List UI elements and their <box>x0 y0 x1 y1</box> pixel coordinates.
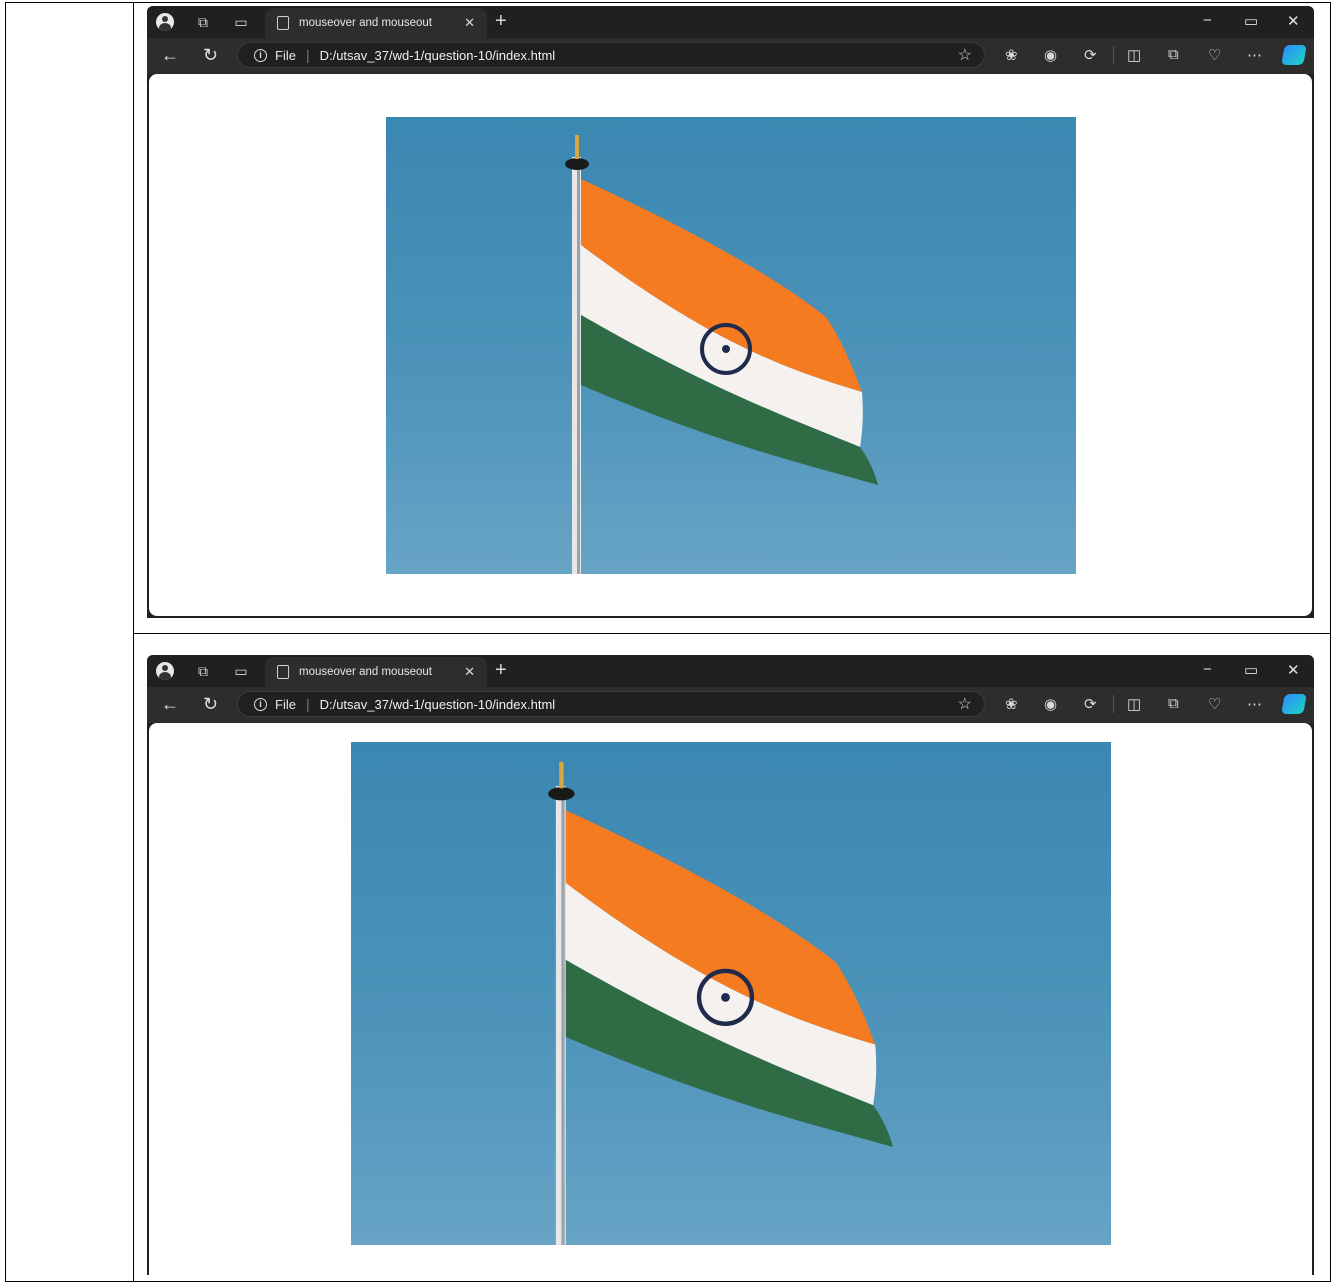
browser-essentials-icon[interactable]: ◉ <box>1044 46 1057 64</box>
info-icon[interactable]: i <box>254 48 267 62</box>
tab-bar: ⧉ ▭ mouseover and mouseout ✕ + − ▭ ✕ <box>147 6 1314 38</box>
minimize-button[interactable]: − <box>1203 12 1212 29</box>
back-icon[interactable]: ← <box>161 694 179 714</box>
collections-icon[interactable]: ⧉ <box>193 12 213 32</box>
reload-icon[interactable]: ↻ <box>203 45 218 65</box>
flag-image[interactable] <box>386 117 1076 574</box>
collections-icon[interactable]: ⧉ <box>193 661 213 681</box>
scheme-label: File <box>275 47 296 63</box>
new-tab-button[interactable]: + <box>495 11 507 31</box>
address-separator: | <box>305 696 310 712</box>
profile-icon[interactable] <box>155 661 175 681</box>
tab-close-icon[interactable]: ✕ <box>464 664 475 680</box>
performance-icon[interactable]: ⟳ <box>1084 46 1097 64</box>
back-icon[interactable]: ← <box>161 45 179 65</box>
browser-essentials-icon[interactable]: ◉ <box>1044 695 1057 713</box>
profile-icon[interactable] <box>155 12 175 32</box>
new-tab-button[interactable]: + <box>495 660 507 680</box>
close-window-button[interactable]: ✕ <box>1287 661 1300 679</box>
page-viewport <box>149 723 1312 1275</box>
address-bar[interactable]: i File | D:/utsav_37/wd-1/question-10/in… <box>237 42 985 68</box>
restore-button[interactable]: ▭ <box>1244 661 1258 679</box>
tab-close-icon[interactable]: ✕ <box>464 15 475 31</box>
tab-actions-icon[interactable]: ▭ <box>231 661 251 681</box>
split-screen-icon[interactable]: ◫ <box>1127 46 1141 64</box>
info-icon[interactable]: i <box>254 697 267 711</box>
minimize-button[interactable]: − <box>1203 661 1212 678</box>
scheme-label: File <box>275 696 296 712</box>
split-screen-icon[interactable]: ◫ <box>1127 695 1141 713</box>
tab-bar: ⧉ ▭ mouseover and mouseout ✕ + − ▭ ✕ <box>147 655 1314 687</box>
favorites-icon[interactable]: ⧉ <box>1168 695 1179 712</box>
tab-title: mouseover and mouseout <box>299 17 432 29</box>
favorite-star-icon[interactable]: ☆ <box>958 694 972 714</box>
toolbar-separator <box>1113 46 1114 64</box>
flag-image-enlarged[interactable] <box>351 742 1111 1245</box>
restore-button[interactable]: ▭ <box>1244 12 1258 30</box>
close-window-button[interactable]: ✕ <box>1287 12 1300 30</box>
address-toolbar: ← ↻ i File | D:/utsav_37/wd-1/question-1… <box>147 38 1314 74</box>
extensions-icon[interactable]: ❀ <box>1005 695 1018 713</box>
active-tab[interactable]: mouseover and mouseout ✕ <box>265 8 487 38</box>
table-column-divider <box>133 2 134 1282</box>
reload-icon[interactable]: ↻ <box>203 694 218 714</box>
address-bar[interactable]: i File | D:/utsav_37/wd-1/question-10/in… <box>237 691 985 717</box>
browser-window-after-hover: ⧉ ▭ mouseover and mouseout ✕ + − ▭ ✕ ← ↻… <box>147 655 1314 1275</box>
browser-window-before-hover: ⧉ ▭ mouseover and mouseout ✕ + − ▭ ✕ ← ↻… <box>147 6 1314 618</box>
health-icon[interactable]: ♡ <box>1208 46 1221 64</box>
more-icon[interactable]: ⋯ <box>1247 46 1262 64</box>
url-text[interactable]: D:/utsav_37/wd-1/question-10/index.html <box>320 48 556 63</box>
health-icon[interactable]: ♡ <box>1208 695 1221 713</box>
tab-title: mouseover and mouseout <box>299 666 432 678</box>
page-icon <box>277 665 289 679</box>
performance-icon[interactable]: ⟳ <box>1084 695 1097 713</box>
table-row-divider <box>133 633 1331 634</box>
favorites-icon[interactable]: ⧉ <box>1168 46 1179 63</box>
copilot-icon[interactable] <box>1281 45 1307 65</box>
copilot-icon[interactable] <box>1281 694 1307 714</box>
extensions-icon[interactable]: ❀ <box>1005 46 1018 64</box>
url-text[interactable]: D:/utsav_37/wd-1/question-10/index.html <box>320 697 556 712</box>
page-icon <box>277 16 289 30</box>
more-icon[interactable]: ⋯ <box>1247 695 1262 713</box>
address-toolbar: ← ↻ i File | D:/utsav_37/wd-1/question-1… <box>147 687 1314 723</box>
favorite-star-icon[interactable]: ☆ <box>958 45 972 65</box>
toolbar-separator <box>1113 695 1114 713</box>
address-separator: | <box>305 47 310 63</box>
active-tab[interactable]: mouseover and mouseout ✕ <box>265 657 487 687</box>
page-viewport <box>149 74 1312 616</box>
tab-actions-icon[interactable]: ▭ <box>231 12 251 32</box>
